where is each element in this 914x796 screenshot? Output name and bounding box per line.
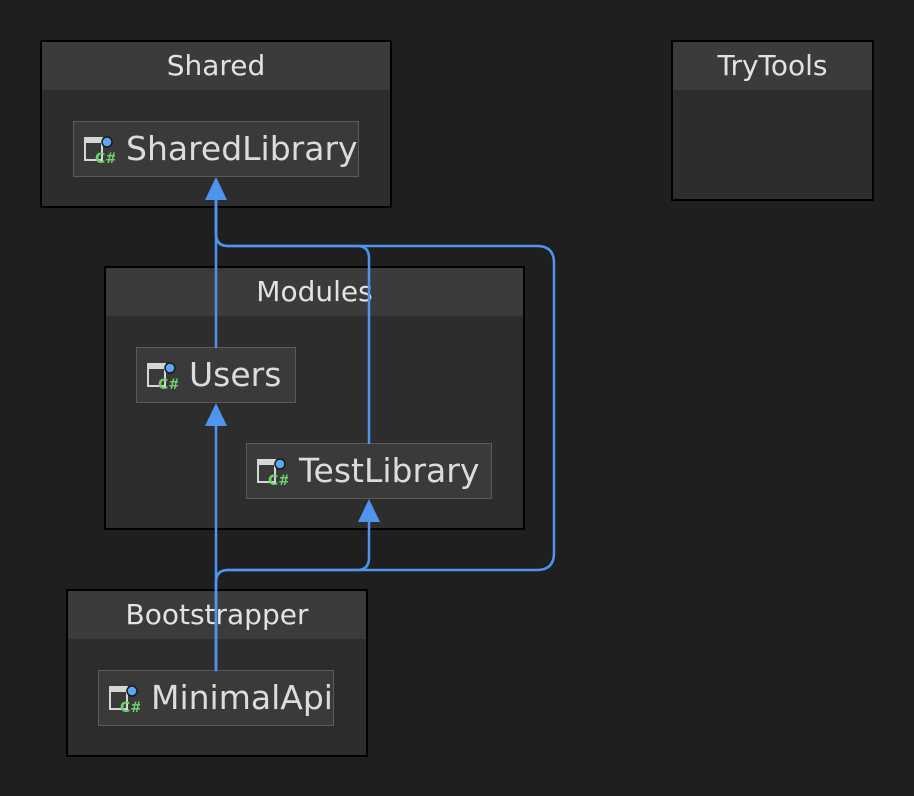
csharp-project-icon: C# (147, 362, 178, 392)
project-node-sharedlibrary[interactable]: C# SharedLibrary (73, 121, 359, 177)
group-title-modules: Modules (106, 268, 523, 316)
project-node-testlibrary[interactable]: C# TestLibrary (246, 443, 492, 499)
svg-text:C#: C# (120, 700, 140, 715)
group-title-bootstrapper: Bootstrapper (68, 591, 366, 639)
csharp-project-icon: C# (257, 458, 288, 488)
project-node-users[interactable]: C# Users (136, 347, 296, 403)
group-trytools[interactable]: TryTools (671, 40, 874, 201)
group-title-trytools: TryTools (673, 42, 872, 90)
group-title-shared: Shared (42, 42, 390, 90)
project-label-sharedlibrary: SharedLibrary (126, 129, 358, 168)
project-node-minimalapi[interactable]: C# MinimalApi (98, 670, 334, 726)
csharp-project-icon: C# (109, 685, 140, 715)
svg-text:C#: C# (95, 151, 115, 166)
svg-text:C#: C# (158, 377, 178, 392)
csharp-project-icon: C# (84, 136, 115, 166)
project-label-minimalapi: MinimalApi (151, 678, 333, 717)
svg-text:C#: C# (268, 473, 288, 488)
project-label-users: Users (189, 355, 282, 394)
project-label-testlibrary: TestLibrary (299, 451, 480, 490)
